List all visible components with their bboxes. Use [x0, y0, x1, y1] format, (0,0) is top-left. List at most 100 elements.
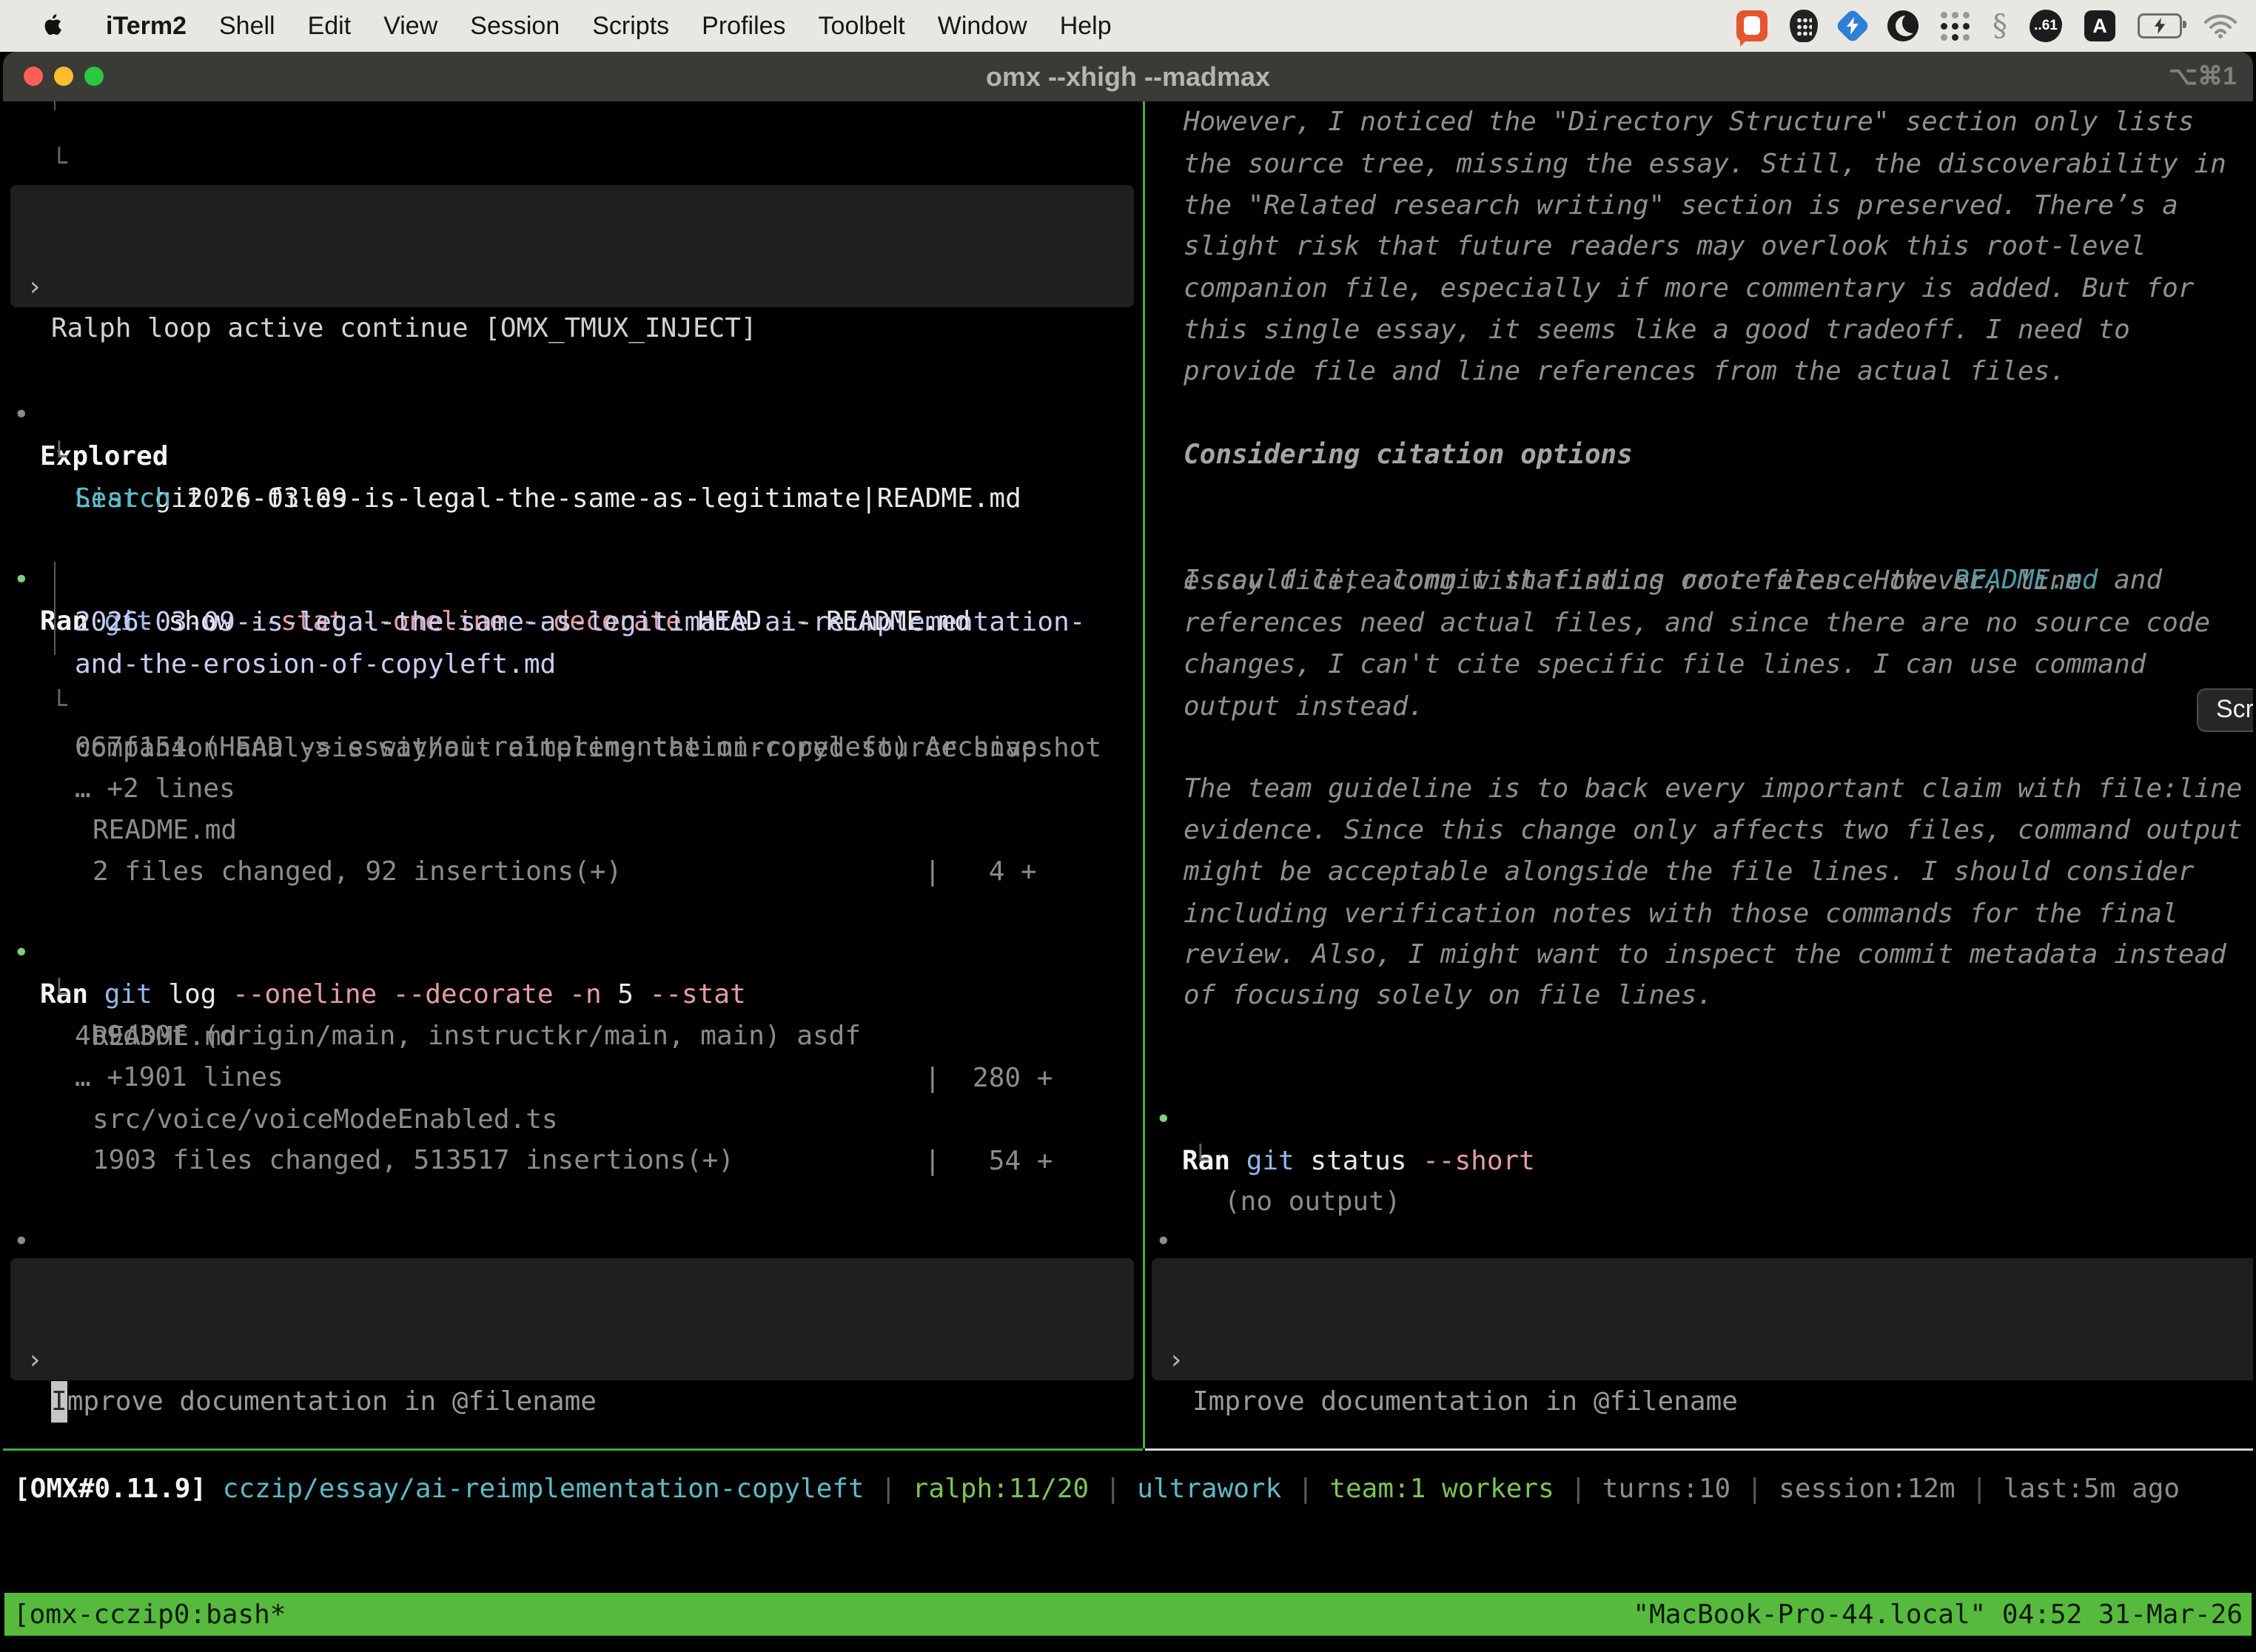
desktop: iTerm2 Shell Edit View Session Scripts P…: [0, 0, 2256, 1652]
tree-corner-icon: └: [51, 143, 67, 184]
omx-team: team:1 workers: [1329, 1474, 1554, 1504]
git-show-stat-row: README.md | 4 +: [3, 768, 1143, 810]
screen-overlay-label: Scre: [2216, 695, 2253, 723]
reasoning-line: review. Also, I might want to inspect th…: [1146, 934, 2253, 976]
terminal-content: └ No agents completed yet › Ralph loop a…: [3, 101, 2253, 1649]
pane-divider-bottom-right: [1145, 1448, 2253, 1451]
omx-last-activity: last:5m ago: [2004, 1474, 2180, 1504]
reasoning-line: of focusing solely on file lines.: [1146, 975, 2253, 1016]
git-log-command: • Ran git log --oneline --decorate -n 5 …: [3, 891, 1143, 933]
dots-grid-icon[interactable]: [1941, 11, 1970, 41]
squiggle-icon[interactable]: §: [1993, 9, 2007, 43]
git-show-output: … +2 lines: [3, 727, 1143, 768]
iterm2-window: omx --xhigh --madmax ⌥⌘1 └ No agents com…: [3, 52, 2253, 1649]
model-status-line: gpt-5.4 xhigh · 96% left · 520K in · 5.8…: [1146, 1404, 2253, 1446]
reasoning-line: the "Related research writing" section i…: [1146, 185, 2253, 226]
crescent-icon[interactable]: [1887, 10, 1918, 41]
inject-prompt-box[interactable]: › Ralph loop active continue [OMX_TMUX_I…: [10, 185, 1134, 307]
git-log-output: 1903 files changed, 513517 insertions(+): [3, 1098, 1143, 1140]
battery-charging-icon[interactable]: [2138, 13, 2182, 38]
command-input-box[interactable]: › Improve documentation in @filename: [10, 1258, 1134, 1380]
reasoning-line: changes, I can't cite specific file line…: [1146, 644, 2253, 685]
menu-item-help[interactable]: Help: [1060, 12, 1112, 41]
bullet-icon: •: [13, 1221, 30, 1263]
badge-61-icon[interactable]: ..61: [2030, 10, 2062, 42]
shield-icon[interactable]: [1790, 10, 1818, 42]
git-show-arg-line: and-the-erosion-of-copyleft.md: [3, 602, 1143, 644]
window-shortcut-badge: ⌥⌘1: [2169, 52, 2237, 101]
reasoning-line: the source tree, missing the essay. Stil…: [1146, 144, 2253, 185]
omx-version: [OMX#0.11.9]: [14, 1474, 207, 1504]
bolt-icon[interactable]: [1835, 8, 1870, 44]
tree-corner-icon: └: [1192, 1140, 1209, 1181]
pane-divider-vertical[interactable]: [1143, 101, 1145, 1448]
model-status-line: gpt-5.4 xhigh · main · 91% left · 2.31M …: [3, 1404, 1143, 1446]
command-input-box[interactable]: › Improve documentation in @filename: [1152, 1258, 2253, 1380]
menu-item-edit[interactable]: Edit: [308, 12, 352, 41]
bullet-icon: •: [1155, 1221, 1172, 1263]
reasoning-line: However, I noticed the "Directory Struct…: [1146, 101, 2253, 143]
prompt-arrow: ›: [1168, 1340, 1184, 1381]
omx-worktree-path: cczip/essay/ai-reimplementation-copyleft: [207, 1474, 865, 1504]
reasoning-line: The team guideline is to back every impo…: [1146, 768, 2253, 810]
menu-item-profiles[interactable]: Profiles: [702, 12, 785, 41]
wifi-icon[interactable]: [2204, 13, 2237, 38]
apple-logo-icon[interactable]: [41, 13, 63, 39]
menu-item-toolbelt[interactable]: Toolbelt: [819, 12, 905, 41]
prompt-arrow: ›: [27, 1340, 43, 1381]
git-status-command: • Ran git status --short: [1146, 1058, 2253, 1099]
menu-item-window[interactable]: Window: [938, 12, 1027, 41]
reasoning-line: provide file and line references from th…: [1146, 351, 2253, 392]
explored-item: └ List git ls-files: [3, 395, 1143, 437]
reasoning-line: evidence. Since this change only affects…: [1146, 810, 2253, 851]
git-log-output: … +1901 lines: [3, 1015, 1143, 1057]
working-status-line: • Working (11m 13s • esc to interrupt) ·…: [3, 1180, 1143, 1221]
pane-divider-bottom-left: [3, 1448, 1143, 1451]
git-show-output: └ 067f154 (HEAD -> essay/ai-reimplementa…: [3, 644, 1143, 685]
omx-turns: turns:10: [1602, 1474, 1730, 1504]
git-log-output: └ 4b9d30f (origin/main, instructkr/main,…: [3, 933, 1143, 974]
git-show-arg-line: 2026-03-09-is-legal-the-same-as-legitima…: [3, 560, 1143, 602]
pane-right[interactable]: However, I noticed the "Directory Struct…: [1146, 101, 2253, 1448]
reasoning-line: references need actual files, and since …: [1146, 602, 2253, 644]
reasoning-line: essay file, along with finding root file…: [1146, 560, 2253, 602]
menu-item-scripts[interactable]: Scripts: [592, 12, 669, 41]
menu-status-icons: § ..61 A: [1736, 9, 2237, 43]
reasoning-line: might be acceptable alongside the file l…: [1146, 851, 2253, 893]
tmux-status-bar: [omx-cczip0:bash* "MacBook-Pro-44.local"…: [4, 1593, 2252, 1636]
git-show-command: • Ran git show --stat --oneline --decora…: [3, 518, 1143, 560]
omx-session-time: session:12m: [1779, 1474, 1955, 1504]
menu-bar: iTerm2 Shell Edit View Session Scripts P…: [0, 0, 2256, 52]
prompt-arrow: ›: [27, 266, 43, 308]
git-log-stat-row: README.md | 280 +: [3, 975, 1143, 1016]
reasoning-line: output instead.: [1146, 686, 2253, 728]
explored-item: Search 2026-03-09-is-legal-the-same-as-l…: [3, 437, 1143, 478]
git-log-stat-row: src/voice/voiceModeEnabled.ts | 54 +: [3, 1058, 1143, 1099]
window-title: omx --xhigh --madmax: [3, 52, 2253, 101]
git-show-output: companion analysis without altering the …: [3, 686, 1143, 728]
screen-overlay-chip[interactable]: Scre: [2197, 688, 2253, 732]
omx-status-bar: [OMX#0.11.9] cczip/essay/ai-reimplementa…: [14, 1468, 2253, 1510]
omx-ralph-counter: ralph:11/20: [913, 1474, 1089, 1504]
menu-item-session[interactable]: Session: [470, 12, 560, 41]
waiting-status-line: • Waiting for background terminal (1m 41…: [1146, 1180, 2253, 1221]
menu-items: iTerm2 Shell Edit View Session Scripts P…: [73, 12, 1112, 41]
reasoning-line: slight risk that future readers may over…: [1146, 226, 2253, 267]
chat-icon[interactable]: [1736, 10, 1767, 41]
inject-text: Ralph loop active continue [OMX_TMUX_INJ…: [51, 308, 757, 349]
keyboard-a-icon[interactable]: A: [2084, 10, 2115, 41]
reasoning-line: companion file, especially if more comme…: [1146, 268, 2253, 309]
git-show-output: 2 files changed, 92 insertions(+): [3, 810, 1143, 851]
tmux-session-window: [omx-cczip0:bash*: [13, 1599, 286, 1630]
omx-mode: ultrawork: [1137, 1474, 1281, 1504]
reasoning-heading: Considering citation options: [1146, 434, 2253, 476]
menu-item-view[interactable]: View: [383, 12, 437, 41]
menu-item-shell[interactable]: Shell: [219, 12, 275, 41]
pane-left[interactable]: └ No agents completed yet › Ralph loop a…: [3, 101, 1143, 1448]
title-bar[interactable]: omx --xhigh --madmax ⌥⌘1: [3, 52, 2253, 101]
agents-note-line: └ No agents completed yet: [3, 101, 1143, 143]
menu-item-iterm2[interactable]: iTerm2: [106, 12, 187, 41]
git-status-output: └ (no output): [1146, 1098, 2253, 1140]
reasoning-line: this single essay, it seems like a good …: [1146, 309, 2253, 351]
reasoning-line: including verification notes with those …: [1146, 893, 2253, 935]
